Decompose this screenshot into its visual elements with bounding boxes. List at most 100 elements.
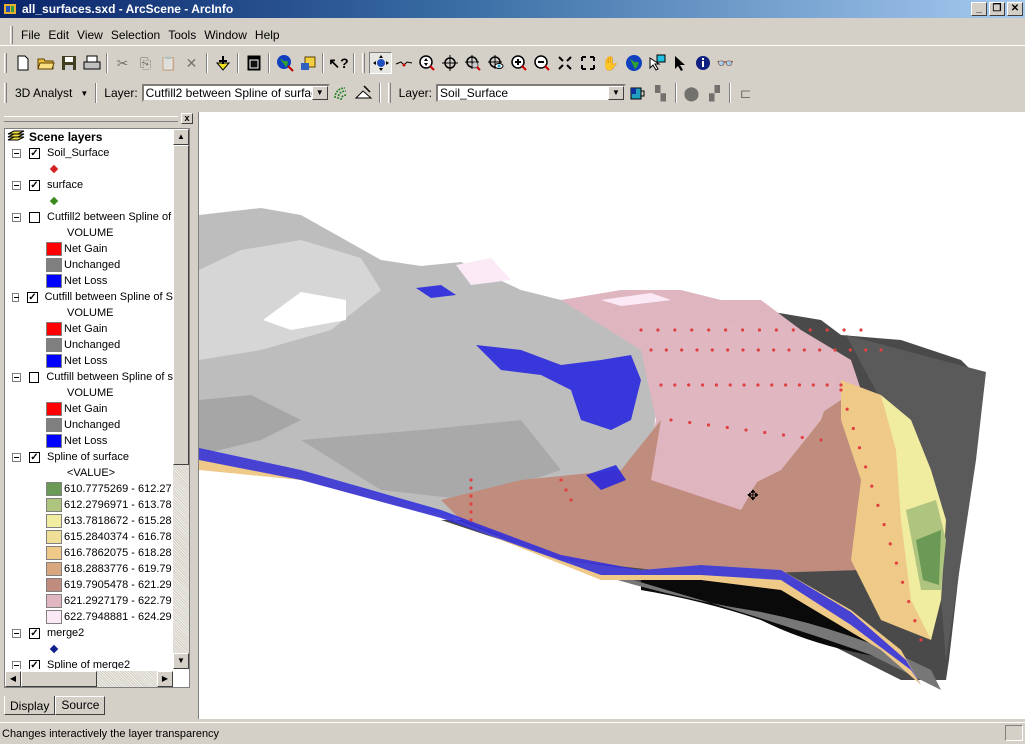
layer-name[interactable]: Cutfill between Spline of s — [46, 371, 173, 383]
center-on-target-button[interactable] — [438, 52, 461, 74]
scroll-left-button[interactable]: ◀ — [5, 671, 21, 687]
toc-vertical-scrollbar[interactable]: ▲ ▼ — [173, 129, 189, 669]
layer-name[interactable]: merge2 — [47, 627, 84, 639]
toc-horizontal-scrollbar[interactable]: ◀ ▶ — [5, 671, 173, 687]
layer-visibility-checkbox[interactable]: ✓ — [29, 627, 40, 639]
legend-swatch[interactable] — [46, 354, 62, 368]
identify-button[interactable] — [691, 52, 714, 74]
layer-visibility-checkbox[interactable]: ✓ — [29, 147, 40, 159]
new-document-button[interactable] — [11, 52, 34, 74]
create-contours-button[interactable] — [330, 82, 353, 104]
layer-visibility-checkbox[interactable]: ✓ — [29, 179, 40, 191]
legend-class[interactable]: Net Gain — [5, 401, 173, 417]
legend-swatch[interactable] — [46, 418, 62, 432]
cut-button[interactable]: ✂ — [111, 52, 134, 74]
legend-class[interactable]: Net Gain — [5, 321, 173, 337]
layer-visibility-checkbox[interactable]: ✓ — [29, 659, 40, 669]
collapse-toggle-icon[interactable] — [12, 372, 21, 382]
scroll-thumb-horizontal[interactable] — [21, 671, 97, 687]
layer-name[interactable]: surface — [47, 179, 83, 191]
legend-class[interactable]: 612.2796971 - 613.78 — [5, 497, 173, 513]
menu-help[interactable]: Help — [251, 28, 284, 42]
full-screen-button[interactable] — [242, 52, 265, 74]
analyst-layer-select[interactable]: Cutfill2 between Spline of surfaceSp ▼ — [141, 84, 330, 102]
legend-swatch[interactable] — [46, 562, 62, 576]
toc-close-button[interactable]: x — [181, 113, 193, 124]
tab-display[interactable]: Display — [4, 696, 56, 715]
layer-visibility-checkbox[interactable] — [28, 371, 40, 383]
3d-analyst-menu[interactable]: 3D Analyst ▼ — [11, 86, 92, 100]
legend-swatch[interactable] — [46, 498, 62, 512]
toolbar-grip[interactable] — [4, 83, 7, 103]
layer-name[interactable]: Cutfill between Spline of S — [45, 291, 173, 303]
tab-source[interactable]: Source — [55, 696, 106, 715]
collapse-toggle-icon[interactable] — [12, 292, 20, 302]
collapse-toggle-icon[interactable] — [12, 628, 21, 638]
layer-visibility-checkbox[interactable] — [29, 211, 40, 223]
legend-swatch[interactable] — [46, 258, 62, 272]
close-button[interactable]: ✕ — [1007, 2, 1023, 16]
whats-this-button[interactable]: ↖? — [327, 52, 350, 74]
legend-class[interactable]: 616.7862075 - 618.28 — [5, 545, 173, 561]
legend-swatch[interactable] — [46, 242, 62, 256]
legend-class[interactable]: 622.7948881 - 624.29 — [5, 609, 173, 625]
menu-tools[interactable]: Tools — [164, 28, 200, 42]
legend-class[interactable]: 615.2840374 - 616.78 — [5, 529, 173, 545]
scroll-thumb[interactable] — [173, 145, 189, 465]
legend-class[interactable]: Unchanged — [5, 417, 173, 433]
layer-row[interactable]: ✓ merge2 — [5, 625, 173, 641]
legend-swatch[interactable] — [46, 434, 62, 448]
collapse-toggle-icon[interactable] — [12, 660, 21, 669]
layer-visibility-checkbox[interactable]: ✓ — [29, 451, 40, 463]
layer-name[interactable]: Cutfill2 between Spline of — [47, 211, 171, 223]
legend-swatch[interactable] — [46, 322, 62, 336]
collapse-toggle-icon[interactable] — [12, 180, 21, 190]
copy-button[interactable]: ⎘ — [134, 52, 157, 74]
legend-swatch[interactable] — [46, 514, 62, 528]
select-graphics-button[interactable] — [645, 52, 668, 74]
fly-button[interactable] — [392, 52, 415, 74]
legend-swatch[interactable] — [46, 594, 62, 608]
pointer-button[interactable] — [668, 52, 691, 74]
menubar-grip[interactable] — [10, 25, 13, 44]
menu-file[interactable]: File — [17, 28, 44, 42]
scene-view[interactable]: ✥ — [198, 112, 1025, 719]
scene-layers-root[interactable]: Scene layers — [5, 129, 173, 145]
paste-button[interactable]: 📋 — [157, 52, 180, 74]
legend-class[interactable]: Net Loss — [5, 433, 173, 449]
print-button[interactable] — [80, 52, 103, 74]
layer-name[interactable]: Soil_Surface — [47, 147, 109, 159]
toolbar-grip[interactable] — [387, 83, 391, 103]
legend-class[interactable]: Unchanged — [5, 257, 173, 273]
legend-class[interactable]: 610.7775269 - 612.27 — [5, 481, 173, 497]
set-observer-button[interactable] — [461, 52, 484, 74]
scroll-right-button[interactable]: ▶ — [157, 671, 173, 687]
globe-search-button[interactable] — [273, 52, 296, 74]
layer-visibility-checkbox[interactable]: ✓ — [27, 291, 38, 303]
save-button[interactable] — [57, 52, 80, 74]
restore-button[interactable]: ❐ — [989, 2, 1005, 16]
menu-window[interactable]: Window — [200, 28, 251, 42]
layer-lighting-button[interactable]: ▚ — [649, 82, 672, 104]
add-data-button[interactable] — [211, 52, 234, 74]
layer-row[interactable]: Cutfill between Spline of s — [5, 369, 173, 385]
navigate-button[interactable] — [369, 52, 392, 74]
layer-row[interactable]: Cutfill2 between Spline of — [5, 209, 173, 225]
legend-class[interactable]: Unchanged — [5, 337, 173, 353]
layer-shading-button[interactable]: ⬤ — [680, 82, 703, 104]
toc-title-bar[interactable]: x — [0, 112, 196, 126]
legend-swatch[interactable] — [46, 274, 62, 288]
legend-class[interactable]: Net Gain — [5, 241, 173, 257]
pan-button[interactable]: ✋ — [599, 52, 622, 74]
layer-name[interactable]: Spline of surface — [47, 451, 129, 463]
legend-swatch[interactable] — [46, 402, 62, 416]
zoom-in-button[interactable] — [507, 52, 530, 74]
legend-swatch[interactable] — [46, 530, 62, 544]
scroll-down-button[interactable]: ▼ — [173, 653, 189, 669]
layer-row[interactable]: ✓ Soil_Surface — [5, 145, 173, 161]
collapse-toggle-icon[interactable] — [12, 452, 21, 462]
layer-row[interactable]: ✓ surface — [5, 177, 173, 193]
collapse-toggle-icon[interactable] — [12, 212, 21, 222]
scroll-up-button[interactable]: ▲ — [173, 129, 189, 145]
legend-class[interactable]: 613.7818672 - 615.28 — [5, 513, 173, 529]
